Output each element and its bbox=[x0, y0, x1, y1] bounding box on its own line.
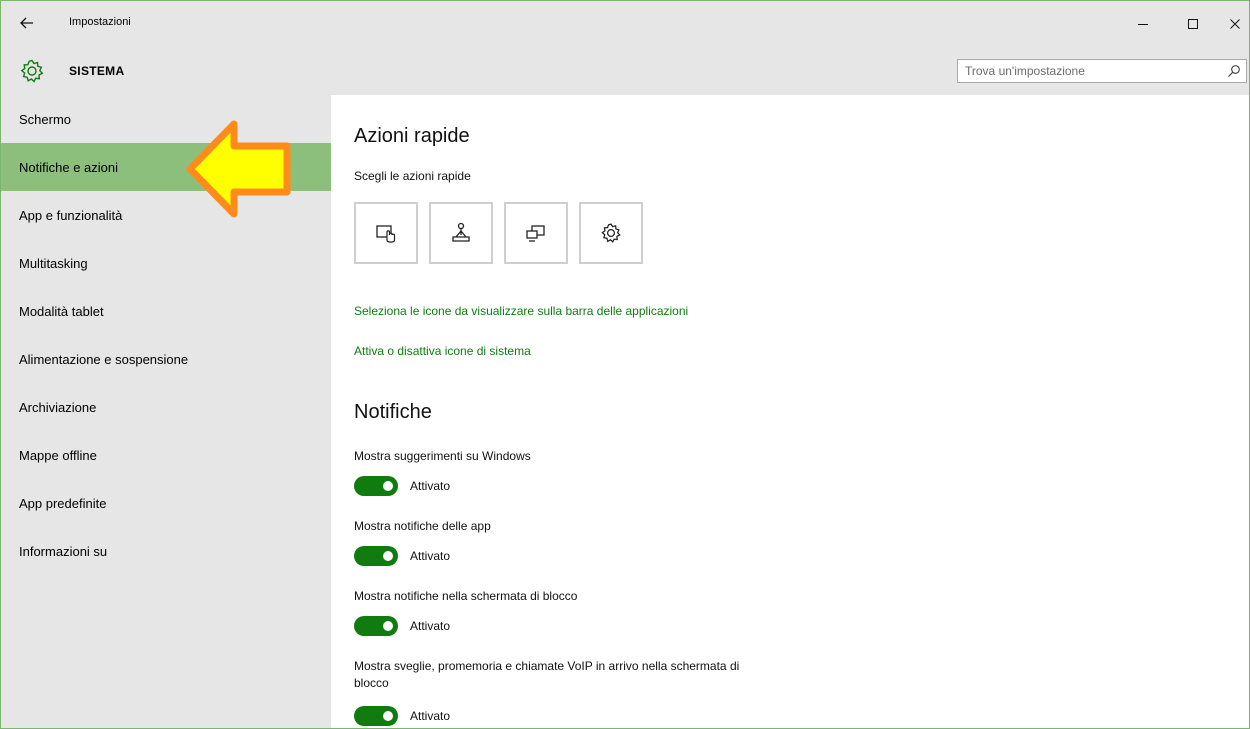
app-notifications-toggle[interactable] bbox=[354, 546, 398, 566]
project-icon bbox=[526, 225, 545, 242]
system-icons-link[interactable]: Attiva o disattiva icone di sistema bbox=[354, 344, 531, 358]
sidebar-item-label: App e funzionalità bbox=[19, 207, 123, 223]
sidebar-item-archiviazione[interactable]: Archiviazione bbox=[1, 383, 331, 431]
search-icon[interactable] bbox=[1227, 64, 1241, 78]
maximize-button[interactable] bbox=[1171, 9, 1215, 39]
lock-screen-notifications-toggle[interactable] bbox=[354, 616, 398, 636]
toggle-row: Attivato bbox=[354, 476, 450, 496]
sidebar-item-label: Informazioni su bbox=[19, 543, 108, 559]
header-bar: SISTEMA bbox=[1, 47, 1249, 95]
sidebar-item-label: Schermo bbox=[19, 111, 72, 127]
taskbar-icons-link[interactable]: Seleziona le icone da visualizzare sulla… bbox=[354, 304, 688, 318]
sidebar-item-mappe-offline[interactable]: Mappe offline bbox=[1, 431, 331, 479]
quick-action-project[interactable] bbox=[504, 202, 568, 264]
setting-label: Mostra sveglie, promemoria e chiamate Vo… bbox=[354, 659, 740, 690]
toggle-state-label: Attivato bbox=[410, 479, 451, 493]
setting-label: Mostra notifiche nella schermata di bloc… bbox=[354, 589, 578, 603]
sidebar-item-informazioni-su[interactable]: Informazioni su bbox=[1, 527, 331, 575]
connect-icon bbox=[452, 222, 470, 242]
sidebar-item-label: Multitasking bbox=[19, 255, 88, 271]
gear-icon bbox=[20, 59, 44, 83]
back-button[interactable] bbox=[9, 11, 45, 35]
toggle-state-label: Attivato bbox=[410, 619, 451, 633]
maximize-icon bbox=[1188, 19, 1198, 29]
sidebar-item-label: Archiviazione bbox=[19, 399, 97, 415]
windows-tips-toggle[interactable] bbox=[354, 476, 398, 496]
quick-actions-subheading: Scegli le azioni rapide bbox=[354, 169, 471, 183]
close-button[interactable] bbox=[1213, 9, 1249, 39]
close-icon bbox=[1230, 19, 1240, 29]
alarms-reminders-toggle[interactable] bbox=[354, 706, 398, 726]
sidebar-item-label: Modalità tablet bbox=[19, 303, 104, 319]
toggle-state-label: Attivato bbox=[410, 709, 451, 723]
page-title: SISTEMA bbox=[69, 64, 125, 78]
toggle-row: Attivato bbox=[354, 616, 450, 636]
highlight-arrow-icon bbox=[186, 120, 291, 218]
main-content: Azioni rapide Scegli le azioni rapide Se… bbox=[331, 95, 1249, 728]
toggle-knob bbox=[383, 481, 393, 491]
quick-action-settings[interactable] bbox=[579, 202, 643, 264]
settings-window: Impostazioni SISTEMA Trova un'impostazio… bbox=[0, 0, 1250, 729]
search-input[interactable] bbox=[958, 60, 1220, 82]
toggle-knob bbox=[383, 711, 393, 721]
window-title: Impostazioni bbox=[69, 16, 131, 28]
search-box[interactable] bbox=[957, 59, 1247, 83]
setting-label: Mostra notifiche delle app bbox=[354, 519, 491, 533]
notifications-heading: Notifiche bbox=[354, 401, 432, 423]
sidebar-item-multitasking[interactable]: Multitasking bbox=[1, 239, 331, 287]
setting-label: Mostra suggerimenti su Windows bbox=[354, 449, 531, 463]
toggle-knob bbox=[383, 551, 393, 561]
minimize-button[interactable] bbox=[1121, 9, 1165, 39]
back-arrow-icon bbox=[20, 17, 33, 29]
quick-actions-heading: Azioni rapide bbox=[354, 125, 470, 147]
sidebar-item-label: Notifiche e azioni bbox=[19, 159, 118, 175]
toggle-row: Attivato bbox=[354, 706, 450, 726]
sidebar-item-label: Alimentazione e sospensione bbox=[19, 351, 189, 367]
sidebar-item-label: Mappe offline bbox=[19, 447, 97, 463]
settings-gear-icon bbox=[601, 223, 621, 243]
sidebar-item-label: App predefinite bbox=[19, 495, 107, 511]
toggle-state-label: Attivato bbox=[410, 549, 451, 563]
sidebar-item-app-predefinite[interactable]: App predefinite bbox=[1, 479, 331, 527]
tablet-mode-icon bbox=[376, 225, 396, 243]
sidebar-item-modalita-tablet[interactable]: Modalità tablet bbox=[1, 287, 331, 335]
title-bar: Impostazioni bbox=[1, 1, 1249, 47]
sidebar-item-alimentazione[interactable]: Alimentazione e sospensione bbox=[1, 335, 331, 383]
quick-action-tablet-mode[interactable] bbox=[354, 202, 418, 264]
toggle-row: Attivato bbox=[354, 546, 450, 566]
quick-action-connect[interactable] bbox=[429, 202, 493, 264]
minimize-icon bbox=[1138, 24, 1148, 25]
toggle-knob bbox=[383, 621, 393, 631]
